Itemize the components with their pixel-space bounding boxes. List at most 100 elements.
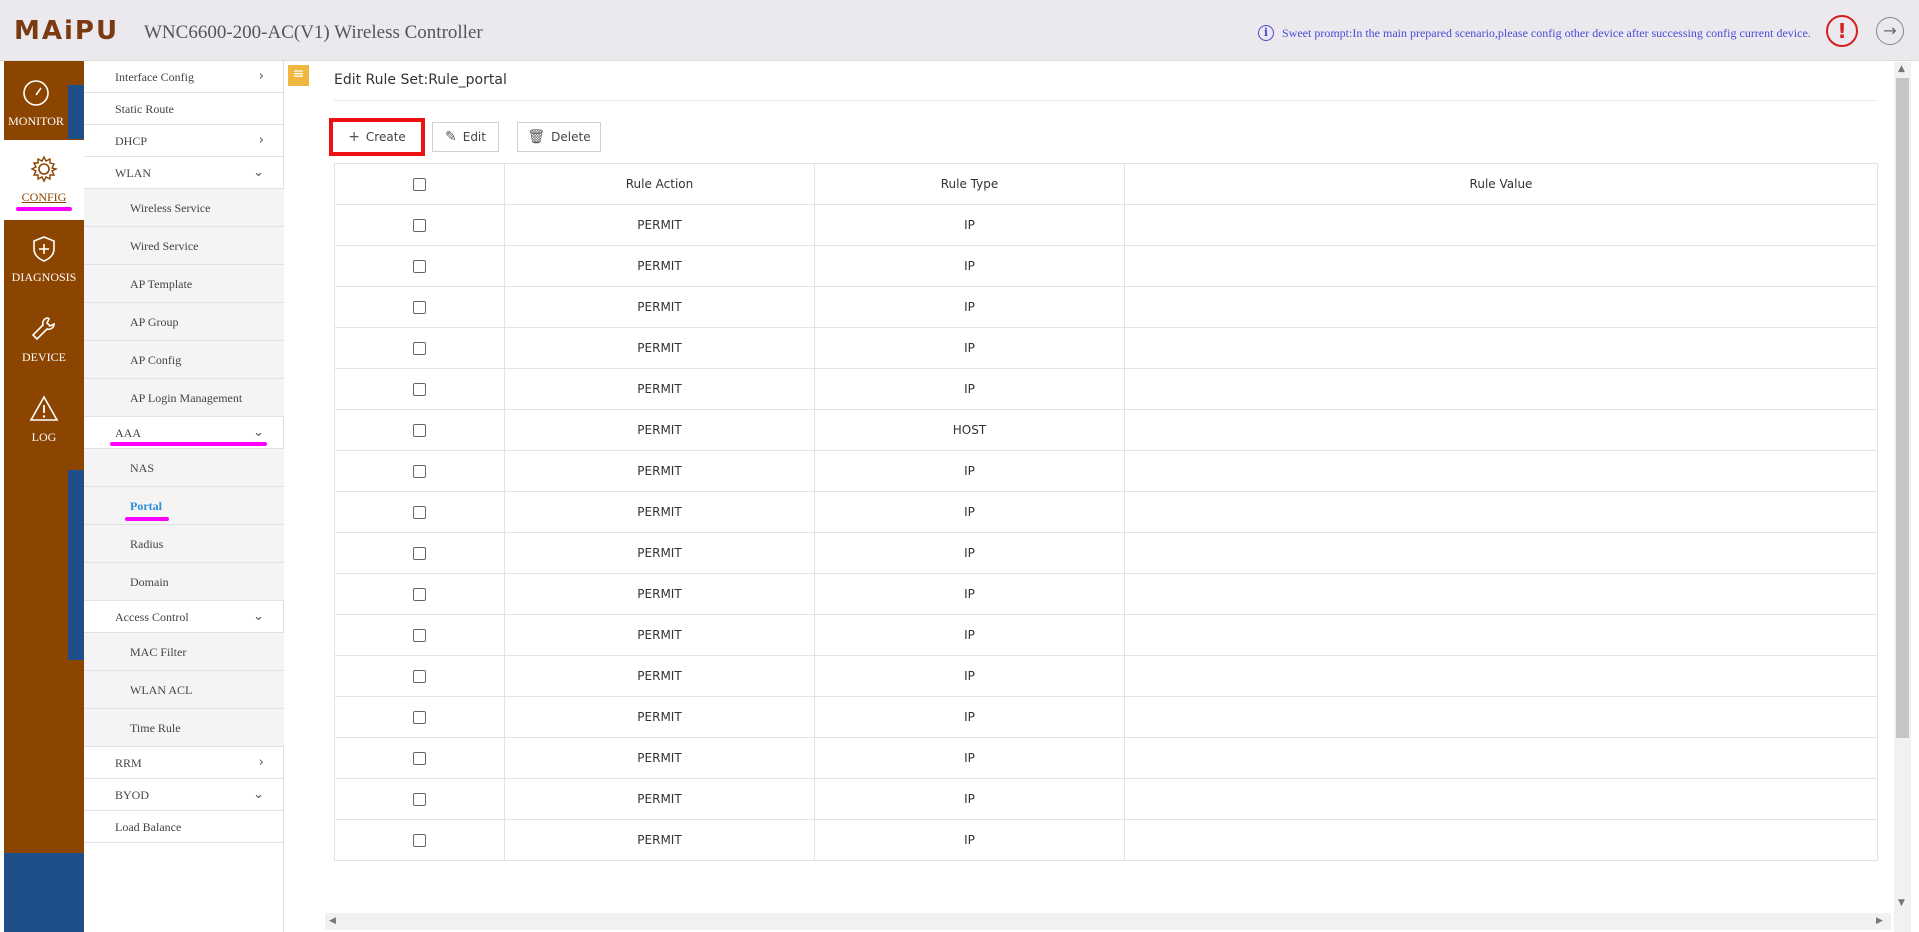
row-checkbox[interactable]: [413, 465, 426, 478]
table-row[interactable]: PERMIT IP: [334, 614, 1878, 656]
row-checkbox[interactable]: [413, 670, 426, 683]
table-row[interactable]: PERMIT IP: [334, 696, 1878, 738]
rule-value-cell: [1124, 245, 1878, 287]
row-checkbox[interactable]: [413, 219, 426, 232]
submenu-static-route[interactable]: Static Route: [84, 93, 284, 125]
row-checkbox[interactable]: [413, 588, 426, 601]
rule-action-cell: PERMIT: [504, 450, 815, 492]
submenu-label: RRM: [115, 756, 142, 770]
table-row[interactable]: PERMIT IP: [334, 819, 1878, 861]
select-all-checkbox[interactable]: [413, 178, 426, 191]
row-checkbox[interactable]: [413, 629, 426, 642]
row-checkbox[interactable]: [413, 342, 426, 355]
submenu-label: AAA: [115, 426, 141, 440]
submenu-ap-login-management[interactable]: AP Login Management: [84, 379, 284, 417]
row-checkbox[interactable]: [413, 383, 426, 396]
rule-type-cell: IP: [814, 532, 1125, 574]
chevron-down-icon: ⌄: [253, 787, 264, 802]
submenu-label: Static Route: [115, 102, 174, 116]
row-checkbox-cell: [334, 491, 505, 533]
edit-button[interactable]: ✎ Edit: [432, 122, 499, 152]
submenu-mac-filter[interactable]: MAC Filter: [84, 633, 284, 671]
pencil-icon: ✎: [445, 129, 457, 145]
row-checkbox-cell: [334, 696, 505, 738]
select-all-cell: [334, 163, 505, 205]
table-row[interactable]: PERMIT IP: [334, 368, 1878, 410]
submenu-interface-config[interactable]: Interface Config ›: [84, 61, 284, 93]
submenu-access-control[interactable]: Access Control ⌄: [84, 601, 284, 633]
submenu-label: Domain: [130, 575, 169, 589]
scroll-up-arrow-icon[interactable]: ▲: [1898, 64, 1905, 74]
rail-item-diagnosis[interactable]: DIAGNOSIS: [4, 234, 84, 294]
table-row[interactable]: PERMIT IP: [334, 204, 1878, 246]
table-row[interactable]: PERMIT IP: [334, 491, 1878, 533]
table-row[interactable]: PERMIT IP: [334, 286, 1878, 328]
submenu-dhcp[interactable]: DHCP ›: [84, 125, 284, 157]
submenu-time-rule[interactable]: Time Rule: [84, 709, 284, 747]
row-checkbox[interactable]: [413, 752, 426, 765]
rule-action-cell: PERMIT: [504, 819, 815, 861]
rail-item-log[interactable]: LOG: [4, 394, 84, 454]
row-checkbox[interactable]: [413, 547, 426, 560]
table-row[interactable]: PERMIT IP: [334, 655, 1878, 697]
submenu-label: Radius: [130, 537, 164, 551]
row-checkbox[interactable]: [413, 506, 426, 519]
row-checkbox[interactable]: [413, 424, 426, 437]
scroll-right-arrow-icon[interactable]: ▶: [1876, 916, 1883, 926]
table-row[interactable]: PERMIT IP: [334, 245, 1878, 287]
chevron-right-icon: ›: [258, 133, 264, 148]
row-checkbox[interactable]: [413, 301, 426, 314]
menu-collapse-icon[interactable]: ≡: [288, 65, 309, 86]
submenu-ap-config[interactable]: AP Config: [84, 341, 284, 379]
submenu-rrm[interactable]: RRM ›: [84, 747, 284, 779]
row-checkbox[interactable]: [413, 793, 426, 806]
submenu-wired-service[interactable]: Wired Service: [84, 227, 284, 265]
submenu-radius[interactable]: Radius: [84, 525, 284, 563]
rule-action-cell: PERMIT: [504, 245, 815, 287]
submenu-wireless-service[interactable]: Wireless Service: [84, 189, 284, 227]
table-row[interactable]: PERMIT HOST: [334, 409, 1878, 451]
rule-value-cell: [1124, 368, 1878, 410]
vertical-scrollbar-thumb[interactable]: [1896, 78, 1909, 738]
chevron-right-icon: ›: [258, 755, 264, 770]
create-button[interactable]: + Create: [329, 118, 425, 156]
delete-button[interactable]: 🗑 Delete: [517, 122, 601, 152]
scroll-left-arrow-icon[interactable]: ◀: [329, 916, 336, 926]
submenu-load-balance[interactable]: Load Balance: [84, 811, 284, 843]
row-checkbox-cell: [334, 614, 505, 656]
submenu-ap-template[interactable]: AP Template: [84, 265, 284, 303]
row-checkbox[interactable]: [413, 260, 426, 273]
rail-item-device[interactable]: DEVICE: [4, 314, 84, 374]
row-checkbox-cell: [334, 245, 505, 287]
table-row[interactable]: PERMIT IP: [334, 573, 1878, 615]
rule-action-cell: PERMIT: [504, 614, 815, 656]
logout-arrow-icon[interactable]: →: [1876, 17, 1904, 45]
submenu-label: MAC Filter: [130, 645, 187, 659]
submenu-nas[interactable]: NAS: [84, 449, 284, 487]
submenu-ap-group[interactable]: AP Group: [84, 303, 284, 341]
horizontal-scrollbar[interactable]: [325, 913, 1891, 930]
rule-value-cell: [1124, 532, 1878, 574]
row-checkbox[interactable]: [413, 711, 426, 724]
rule-value-cell: [1124, 286, 1878, 328]
table-row[interactable]: PERMIT IP: [334, 778, 1878, 820]
table-row[interactable]: PERMIT IP: [334, 450, 1878, 492]
submenu-domain[interactable]: Domain: [84, 563, 284, 601]
submenu-wlan[interactable]: WLAN ⌄: [84, 157, 284, 189]
rule-value-cell: [1124, 450, 1878, 492]
scroll-down-arrow-icon[interactable]: ▼: [1898, 898, 1905, 908]
submenu-portal[interactable]: Portal: [84, 487, 284, 525]
info-icon: i: [1258, 25, 1274, 41]
row-checkbox-cell: [334, 819, 505, 861]
submenu-wlan-acl[interactable]: WLAN ACL: [84, 671, 284, 709]
table-row[interactable]: PERMIT IP: [334, 737, 1878, 779]
row-checkbox[interactable]: [413, 834, 426, 847]
table-row[interactable]: PERMIT IP: [334, 532, 1878, 574]
table-row[interactable]: PERMIT IP: [334, 327, 1878, 369]
submenu-byod[interactable]: BYOD ⌄: [84, 779, 284, 811]
table-header-row: Rule Action Rule Type Rule Value: [334, 163, 1878, 205]
submenu-label: AP Config: [130, 353, 182, 367]
row-checkbox-cell: [334, 655, 505, 697]
alert-icon[interactable]: !: [1826, 15, 1858, 47]
rail-item-monitor[interactable]: MONITOR: [4, 78, 68, 140]
